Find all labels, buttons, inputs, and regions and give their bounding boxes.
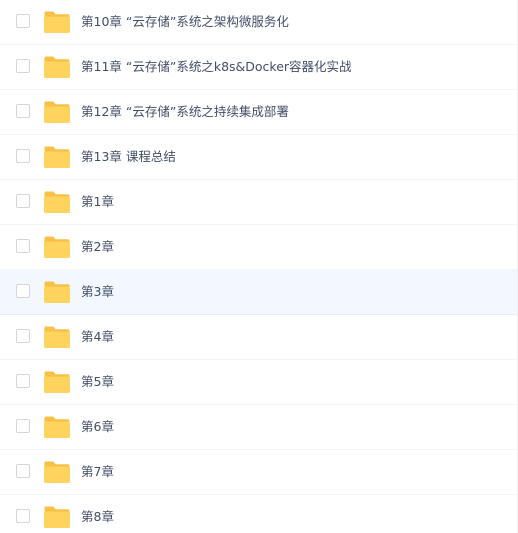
folder-icon bbox=[43, 235, 71, 259]
folder-icon bbox=[43, 55, 71, 79]
file-list: 第10章 “云存储”系统之架构微服务化 第11章 “云存储”系统之k8s&Doc… bbox=[0, 0, 518, 533]
list-item[interactable]: 第4章 bbox=[0, 315, 517, 360]
list-item[interactable]: 第12章 “云存储”系统之持续集成部署 bbox=[0, 90, 517, 135]
list-item[interactable]: 第13章 课程总结 bbox=[0, 135, 517, 180]
folder-name[interactable]: 第12章 “云存储”系统之持续集成部署 bbox=[81, 90, 289, 134]
checkbox[interactable] bbox=[16, 284, 30, 298]
folder-icon bbox=[43, 190, 71, 214]
checkbox[interactable] bbox=[16, 14, 30, 28]
folder-icon bbox=[43, 415, 71, 439]
folder-icon bbox=[43, 10, 71, 34]
folder-icon bbox=[43, 100, 71, 124]
list-item[interactable]: 第8章 bbox=[0, 495, 517, 533]
list-item[interactable]: 第11章 “云存储”系统之k8s&Docker容器化实战 bbox=[0, 45, 517, 90]
folder-icon bbox=[43, 505, 71, 529]
list-item[interactable]: 第6章 bbox=[0, 405, 517, 450]
checkbox[interactable] bbox=[16, 104, 30, 118]
folder-icon bbox=[43, 460, 71, 484]
folder-icon bbox=[43, 370, 71, 394]
folder-name[interactable]: 第5章 bbox=[81, 360, 114, 404]
checkbox[interactable] bbox=[16, 419, 30, 433]
list-item[interactable]: 第1章 bbox=[0, 180, 517, 225]
folder-name[interactable]: 第11章 “云存储”系统之k8s&Docker容器化实战 bbox=[81, 45, 352, 89]
checkbox[interactable] bbox=[16, 464, 30, 478]
list-item[interactable]: 第10章 “云存储”系统之架构微服务化 bbox=[0, 0, 517, 45]
folder-name[interactable]: 第2章 bbox=[81, 225, 114, 269]
folder-name[interactable]: 第10章 “云存储”系统之架构微服务化 bbox=[81, 0, 289, 44]
list-item[interactable]: 第3章 bbox=[0, 270, 517, 315]
folder-name[interactable]: 第13章 课程总结 bbox=[81, 135, 176, 179]
folder-name[interactable]: 第7章 bbox=[81, 450, 114, 494]
checkbox[interactable] bbox=[16, 509, 30, 523]
checkbox[interactable] bbox=[16, 374, 30, 388]
checkbox[interactable] bbox=[16, 239, 30, 253]
folder-name[interactable]: 第1章 bbox=[81, 180, 114, 224]
folder-icon bbox=[43, 280, 71, 304]
checkbox[interactable] bbox=[16, 59, 30, 73]
checkbox[interactable] bbox=[16, 194, 30, 208]
checkbox[interactable] bbox=[16, 329, 30, 343]
folder-icon bbox=[43, 145, 71, 169]
folder-icon bbox=[43, 325, 71, 349]
list-item[interactable]: 第7章 bbox=[0, 450, 517, 495]
list-item[interactable]: 第5章 bbox=[0, 360, 517, 405]
folder-name[interactable]: 第6章 bbox=[81, 405, 114, 449]
list-item[interactable]: 第2章 bbox=[0, 225, 517, 270]
checkbox[interactable] bbox=[16, 149, 30, 163]
folder-name[interactable]: 第3章 bbox=[81, 270, 114, 314]
folder-name[interactable]: 第4章 bbox=[81, 315, 114, 359]
folder-name[interactable]: 第8章 bbox=[81, 495, 114, 533]
